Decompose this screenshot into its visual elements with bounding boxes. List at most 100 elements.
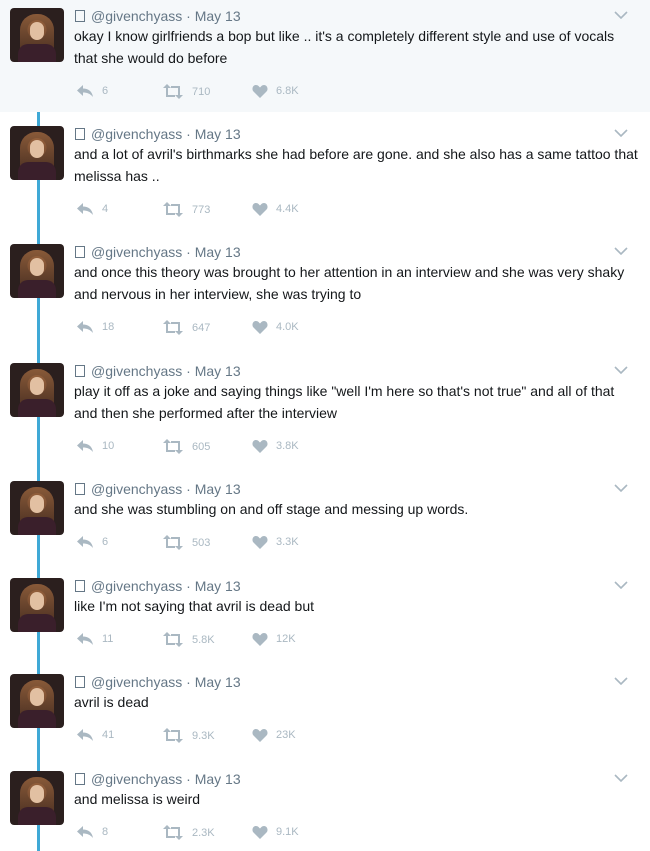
chevron-down-icon[interactable] [614, 363, 628, 377]
retweet-icon [163, 320, 183, 335]
tweet-header: @givenchyass · May 13 [75, 578, 241, 594]
timestamp[interactable]: May 13 [195, 8, 241, 24]
handle[interactable]: @givenchyass [91, 126, 182, 142]
timestamp[interactable]: May 13 [195, 771, 241, 787]
like-count: 4.0K [276, 321, 299, 333]
retweet-button[interactable]: 9.3K [162, 728, 215, 743]
handle[interactable]: @givenchyass [91, 481, 182, 497]
tweet[interactable]: @givenchyass · May 13 okay I know girlfr… [0, 0, 650, 112]
handle[interactable]: @givenchyass [91, 771, 182, 787]
reply-count: 4 [102, 203, 109, 215]
avatar[interactable] [10, 674, 64, 728]
reply-count: 8 [102, 826, 109, 838]
like-icon [252, 321, 268, 334]
name-placeholder-icon [75, 676, 85, 688]
tweet-text: play it off as a joke and saying things … [74, 383, 615, 421]
handle[interactable]: @givenchyass [91, 578, 182, 594]
tweet-header: @givenchyass · May 13 [75, 244, 241, 260]
like-count: 4.4K [276, 203, 299, 215]
tweet[interactable]: @givenchyass · May 13 and she was stumbl… [0, 473, 650, 570]
like-button[interactable]: 4.4K [252, 202, 299, 216]
retweet-button[interactable]: 2.3K [162, 825, 215, 840]
tweet[interactable]: @givenchyass · May 13 play it off as a j… [0, 355, 650, 473]
reply-icon [77, 536, 93, 548]
reply-icon [77, 203, 93, 215]
reply-count: 6 [102, 85, 109, 97]
tweet[interactable]: @givenchyass · May 13 avril is dead 41 9… [0, 666, 650, 763]
like-count: 3.3K [276, 536, 299, 548]
handle[interactable]: @givenchyass [91, 244, 182, 260]
handle[interactable]: @givenchyass [91, 363, 182, 379]
retweet-button[interactable]: 710 [162, 84, 210, 99]
name-placeholder-icon [75, 246, 85, 258]
timestamp[interactable]: May 13 [195, 244, 241, 260]
tweet[interactable]: @givenchyass · May 13 and a lot of avril… [0, 118, 650, 236]
chevron-down-icon[interactable] [614, 771, 628, 785]
timestamp[interactable]: May 13 [195, 481, 241, 497]
avatar[interactable] [10, 126, 64, 180]
reply-button[interactable]: 41 [76, 728, 114, 742]
reply-count: 6 [102, 536, 109, 548]
reply-button[interactable]: 8 [76, 825, 108, 839]
chevron-down-icon[interactable] [614, 8, 628, 22]
retweet-button[interactable]: 503 [162, 535, 210, 550]
handle[interactable]: @givenchyass [91, 8, 182, 24]
like-button[interactable]: 4.0K [252, 320, 299, 334]
retweet-button[interactable]: 773 [162, 202, 210, 217]
retweet-count: 710 [192, 85, 211, 98]
timestamp[interactable]: May 13 [195, 363, 241, 379]
like-button[interactable]: 6.8K [252, 84, 299, 98]
retweet-count: 503 [192, 536, 211, 549]
separator: · [186, 126, 191, 142]
chevron-down-icon[interactable] [614, 674, 628, 688]
like-button[interactable]: 3.3K [252, 535, 299, 549]
retweet-icon [163, 825, 183, 840]
like-button[interactable]: 12K [252, 632, 296, 646]
reply-count: 10 [102, 440, 115, 452]
tweet[interactable]: @givenchyass · May 13 and melissa is wei… [0, 763, 650, 851]
reply-icon [77, 729, 93, 741]
avatar[interactable] [10, 8, 64, 62]
reply-button[interactable]: 11 [76, 632, 113, 646]
like-button[interactable]: 23K [252, 728, 296, 742]
retweet-icon [163, 728, 183, 743]
like-button[interactable]: 9.1K [252, 825, 299, 839]
like-count: 12K [276, 633, 296, 645]
tweet[interactable]: @givenchyass · May 13 like I'm not sayin… [0, 570, 650, 666]
retweet-button[interactable]: 5.8K [162, 632, 215, 647]
avatar[interactable] [10, 244, 64, 298]
retweet-icon [163, 202, 183, 217]
reply-button[interactable]: 6 [76, 84, 108, 98]
tweet-text: and melissa is weird [74, 791, 201, 807]
tweet-text: and once this theory was brought to her … [74, 264, 625, 302]
retweet-icon [163, 632, 183, 647]
avatar[interactable] [10, 771, 64, 825]
retweet-button[interactable]: 647 [162, 320, 210, 335]
tweet[interactable]: @givenchyass · May 13 and once this theo… [0, 236, 650, 355]
separator: · [186, 8, 191, 24]
like-button[interactable]: 3.8K [252, 439, 299, 453]
retweet-button[interactable]: 605 [162, 439, 210, 454]
handle[interactable]: @givenchyass [91, 674, 182, 690]
timestamp[interactable]: May 13 [195, 126, 241, 142]
chevron-down-icon[interactable] [614, 126, 628, 140]
avatar[interactable] [10, 363, 64, 417]
retweet-count: 647 [192, 321, 211, 334]
chevron-down-icon[interactable] [614, 481, 628, 495]
reply-icon [77, 85, 93, 97]
reply-button[interactable]: 6 [76, 535, 108, 549]
like-count: 9.1K [276, 826, 299, 838]
tweet-text: okay I know girlfriends a bop but like .… [74, 28, 615, 66]
retweet-icon [163, 439, 183, 454]
like-icon [252, 536, 268, 549]
reply-button[interactable]: 4 [76, 202, 108, 216]
reply-button[interactable]: 10 [76, 439, 114, 453]
timestamp[interactable]: May 13 [195, 674, 241, 690]
reply-button[interactable]: 18 [76, 320, 114, 334]
chevron-down-icon[interactable] [614, 244, 628, 258]
tweet-header: @givenchyass · May 13 [75, 363, 241, 379]
avatar[interactable] [10, 481, 64, 535]
chevron-down-icon[interactable] [614, 578, 628, 592]
timestamp[interactable]: May 13 [195, 578, 241, 594]
avatar[interactable] [10, 578, 64, 632]
